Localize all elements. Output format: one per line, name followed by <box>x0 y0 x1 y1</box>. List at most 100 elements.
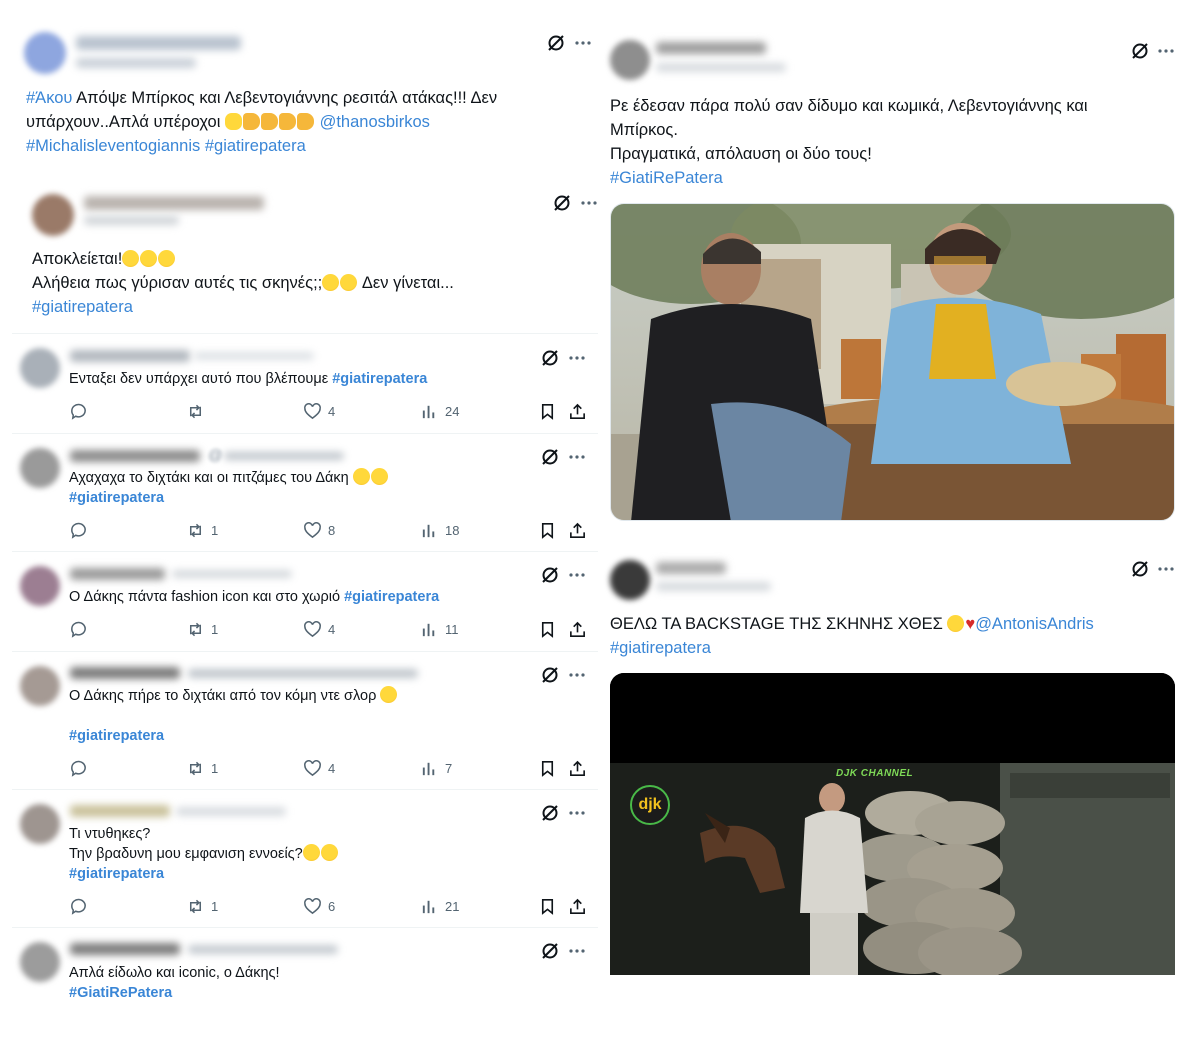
more-dots-icon[interactable] <box>573 33 593 53</box>
bookmark-button[interactable] <box>538 759 557 778</box>
author-name-blurred[interactable] <box>70 350 190 362</box>
reply-6[interactable]: Απλά είδωλο και iconic, ο Δάκης! #GiatiR… <box>12 930 598 1010</box>
tweet-video[interactable]: djk DJK CHANNEL <box>610 673 1175 975</box>
more-dots-icon[interactable] <box>567 447 587 467</box>
bookmark-button[interactable] <box>538 620 557 639</box>
more-dots-icon[interactable] <box>567 803 587 823</box>
author-name-blurred[interactable] <box>656 562 726 574</box>
grok-slash-icon[interactable] <box>540 447 560 467</box>
hashtag-link[interactable]: #Άκου <box>26 89 72 107</box>
author-name-blurred[interactable] <box>656 42 766 54</box>
author-name-blurred[interactable] <box>70 667 180 679</box>
avatar[interactable] <box>20 666 60 706</box>
grok-slash-icon[interactable] <box>546 33 566 53</box>
share-button[interactable] <box>568 620 587 639</box>
avatar[interactable] <box>20 566 60 606</box>
like-button[interactable]: 4 <box>303 620 335 639</box>
reply-button[interactable] <box>69 759 88 778</box>
views-button[interactable]: 21 <box>420 897 459 916</box>
hashtag-link[interactable]: #giatirepatera <box>32 295 133 319</box>
more-dots-icon[interactable] <box>1156 41 1176 61</box>
like-button[interactable]: 8 <box>303 521 335 540</box>
author-handle-blurred[interactable] <box>176 807 286 816</box>
tweet-photo[interactable] <box>610 203 1175 521</box>
more-dots-icon[interactable] <box>567 665 587 685</box>
more-dots-icon[interactable] <box>567 348 587 368</box>
reply-4[interactable]: Ο Δάκης πήρε το διχτάκι από τον κόμη ντε… <box>12 654 598 788</box>
author-handle-blurred[interactable] <box>194 352 314 360</box>
author-handle-blurred[interactable] <box>188 945 338 954</box>
tweet-right-1[interactable]: Ρε έδεσαν πάρα πολύ σαν δίδυμο και κωμικ… <box>604 28 1182 528</box>
author-handle-blurred[interactable] <box>656 63 786 72</box>
tweet-left-1[interactable]: #Άκου Απόψε Μπίρκος και Λεβεντογιάννης ρ… <box>12 20 602 170</box>
retweet-button[interactable]: 1 <box>186 759 218 778</box>
avatar[interactable] <box>610 40 650 80</box>
avatar[interactable] <box>32 194 74 236</box>
hashtag-links[interactable]: #Michalisleventogiannis #giatirepatera <box>26 134 306 158</box>
author-name-blurred[interactable] <box>70 805 170 817</box>
more-dots-icon[interactable] <box>567 941 587 961</box>
avatar[interactable] <box>20 448 60 488</box>
grok-slash-icon[interactable] <box>540 565 560 585</box>
reply-button[interactable] <box>69 521 88 540</box>
hashtag-link[interactable]: #giatirepatera <box>344 589 439 605</box>
grok-slash-icon[interactable] <box>540 665 560 685</box>
bookmark-button[interactable] <box>538 897 557 916</box>
retweet-button[interactable]: 1 <box>186 521 218 540</box>
author-handle-blurred[interactable] <box>76 58 196 68</box>
hashtag-link[interactable]: #giatirepatera <box>69 864 164 884</box>
grok-slash-icon[interactable] <box>1130 41 1150 61</box>
like-button[interactable]: 4 <box>303 759 335 778</box>
hashtag-link[interactable]: #giatirepatera <box>332 371 427 387</box>
author-name-blurred[interactable] <box>84 196 264 210</box>
author-handle-blurred[interactable] <box>172 570 292 578</box>
views-button[interactable]: 11 <box>420 620 459 639</box>
views-button[interactable]: 7 <box>420 759 452 778</box>
hashtag-link[interactable]: #giatirepatera <box>610 636 711 660</box>
reply-button[interactable] <box>69 620 88 639</box>
reply-3[interactable]: Ο Δάκης πάντα fashion icon και στο χωριό… <box>12 554 598 650</box>
retweet-button[interactable]: 1 <box>186 897 218 916</box>
author-name-blurred[interactable] <box>70 568 165 580</box>
grok-slash-icon[interactable] <box>540 803 560 823</box>
share-button[interactable] <box>568 897 587 916</box>
bookmark-button[interactable] <box>538 402 557 421</box>
reply-5[interactable]: Τι ντυθηκες? Την βραδυνη μου εμφανιση εν… <box>12 792 598 926</box>
reply-button[interactable] <box>69 402 88 421</box>
hashtag-link[interactable]: #giatirepatera <box>69 488 164 508</box>
author-handle-blurred[interactable] <box>84 216 179 225</box>
avatar[interactable] <box>20 348 60 388</box>
avatar[interactable] <box>20 942 60 982</box>
author-name-blurred[interactable] <box>70 450 200 462</box>
hashtag-link[interactable]: #GiatiRePatera <box>610 166 723 190</box>
more-dots-icon[interactable] <box>579 193 599 213</box>
grok-slash-icon[interactable] <box>1130 559 1150 579</box>
mention-link[interactable]: @thanosbirkos <box>320 113 430 131</box>
author-handle-blurred[interactable] <box>656 582 771 591</box>
hashtag-link[interactable]: #GiatiRePatera <box>69 983 172 1003</box>
avatar[interactable] <box>610 560 650 600</box>
grok-slash-icon[interactable] <box>540 348 560 368</box>
reply-1[interactable]: Ενταξει δεν υπάρχει αυτό που βλέπουμε #g… <box>12 336 598 432</box>
retweet-button[interactable] <box>186 402 211 421</box>
views-button[interactable]: 24 <box>420 402 459 421</box>
reply-2[interactable]: @ Αχαχαχα το διχτάκι και οι πιτζάμες του… <box>12 436 598 550</box>
author-handle-blurred[interactable] <box>188 669 418 678</box>
author-name-blurred[interactable] <box>70 943 180 955</box>
grok-slash-icon[interactable] <box>540 941 560 961</box>
like-button[interactable]: 4 <box>303 402 335 421</box>
views-button[interactable]: 18 <box>420 521 459 540</box>
more-dots-icon[interactable] <box>1156 559 1176 579</box>
retweet-button[interactable]: 1 <box>186 620 218 639</box>
mention-link[interactable]: @AntonisAndris <box>975 615 1094 633</box>
more-dots-icon[interactable] <box>567 565 587 585</box>
tweet-right-2[interactable]: ΘΕΛΩ ΤΑ BACKSTAGE ΤΗΣ ΣΚΗΝΗΣ ΧΘΕΣ ♥@Anto… <box>604 548 1182 988</box>
avatar[interactable] <box>20 804 60 844</box>
reply-button[interactable] <box>69 897 88 916</box>
share-button[interactable] <box>568 521 587 540</box>
author-name-blurred[interactable] <box>76 36 241 50</box>
avatar[interactable] <box>24 32 66 74</box>
grok-slash-icon[interactable] <box>552 193 572 213</box>
like-button[interactable]: 6 <box>303 897 335 916</box>
bookmark-button[interactable] <box>538 521 557 540</box>
